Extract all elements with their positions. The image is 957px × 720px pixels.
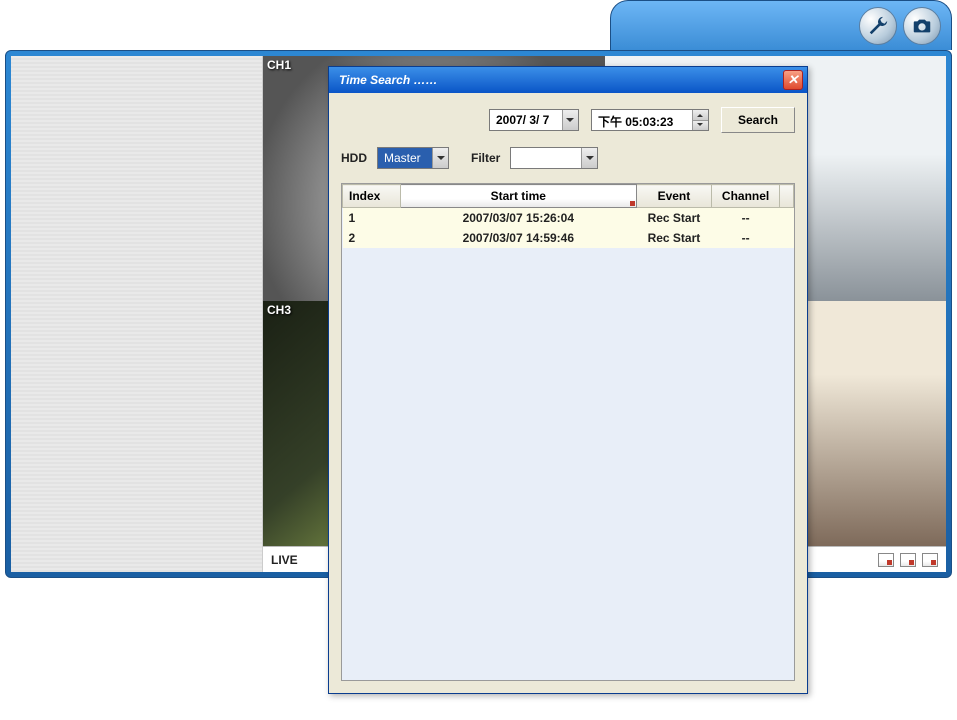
results-table: Index Start time Event Channel 12007/03/… bbox=[342, 184, 794, 248]
search-row: 2007/ 3/ 7 下午 05:03:23 Search bbox=[341, 107, 795, 133]
cell-gap bbox=[780, 208, 794, 229]
ch1-label: CH1 bbox=[267, 58, 291, 72]
col-start[interactable]: Start time bbox=[400, 185, 636, 208]
col-event[interactable]: Event bbox=[636, 185, 711, 208]
wrench-icon bbox=[867, 15, 889, 37]
cell-event: Rec Start bbox=[636, 208, 711, 229]
live-label: LIVE bbox=[271, 553, 298, 567]
search-button[interactable]: Search bbox=[721, 107, 795, 133]
date-value: 2007/ 3/ 7 bbox=[490, 110, 562, 130]
left-panel bbox=[11, 56, 263, 572]
dialog-body: 2007/ 3/ 7 下午 05:03:23 Search HDD Master… bbox=[329, 93, 807, 183]
dialog-titlebar[interactable]: Time Search …… ✕ bbox=[329, 67, 807, 93]
spin-up-button[interactable] bbox=[693, 110, 708, 121]
cell-start: 2007/03/07 14:59:46 bbox=[400, 228, 636, 248]
status-icons bbox=[878, 553, 938, 567]
spinner-buttons bbox=[692, 110, 708, 130]
date-dropdown[interactable]: 2007/ 3/ 7 bbox=[489, 109, 579, 131]
cell-gap bbox=[780, 228, 794, 248]
table-row[interactable]: 22007/03/07 14:59:46Rec Start-- bbox=[343, 228, 794, 248]
chevron-down-icon[interactable] bbox=[581, 148, 597, 168]
results-table-wrap[interactable]: Index Start time Event Channel 12007/03/… bbox=[341, 183, 795, 681]
settings-button[interactable] bbox=[859, 7, 897, 45]
cell-channel: -- bbox=[711, 228, 779, 248]
time-search-dialog: Time Search …… ✕ 2007/ 3/ 7 下午 05:03:23 … bbox=[328, 66, 808, 694]
top-toolbar bbox=[610, 0, 952, 50]
close-icon: ✕ bbox=[788, 72, 799, 88]
dialog-title-text: Time Search …… bbox=[339, 73, 437, 87]
hdd-value: Master bbox=[378, 148, 432, 168]
table-row[interactable]: 12007/03/07 15:26:04Rec Start-- bbox=[343, 208, 794, 229]
ch3-label: CH3 bbox=[267, 303, 291, 317]
cell-start: 2007/03/07 15:26:04 bbox=[400, 208, 636, 229]
status-indicator-3[interactable] bbox=[922, 553, 938, 567]
filter-label: Filter bbox=[471, 151, 500, 165]
cell-index: 1 bbox=[343, 208, 401, 229]
snapshot-button[interactable] bbox=[903, 7, 941, 45]
close-button[interactable]: ✕ bbox=[783, 70, 803, 90]
col-index[interactable]: Index bbox=[343, 185, 401, 208]
status-indicator-1[interactable] bbox=[878, 553, 894, 567]
time-spinner[interactable]: 下午 05:03:23 bbox=[591, 109, 709, 131]
cell-channel: -- bbox=[711, 208, 779, 229]
camera-icon bbox=[911, 15, 933, 37]
col-channel[interactable]: Channel bbox=[711, 185, 779, 208]
chevron-down-icon[interactable] bbox=[562, 110, 578, 130]
col-scrollgap bbox=[780, 185, 794, 208]
table-header-row: Index Start time Event Channel bbox=[343, 185, 794, 208]
status-indicator-2[interactable] bbox=[900, 553, 916, 567]
time-value: 下午 05:03:23 bbox=[592, 110, 692, 130]
cell-index: 2 bbox=[343, 228, 401, 248]
filter-dropdown[interactable] bbox=[510, 147, 598, 169]
chevron-down-icon[interactable] bbox=[432, 148, 448, 168]
filter-row: HDD Master Filter bbox=[341, 147, 795, 169]
filter-value bbox=[511, 148, 581, 168]
cell-event: Rec Start bbox=[636, 228, 711, 248]
hdd-label: HDD bbox=[341, 151, 367, 165]
spin-down-button[interactable] bbox=[693, 121, 708, 131]
hdd-dropdown[interactable]: Master bbox=[377, 147, 449, 169]
